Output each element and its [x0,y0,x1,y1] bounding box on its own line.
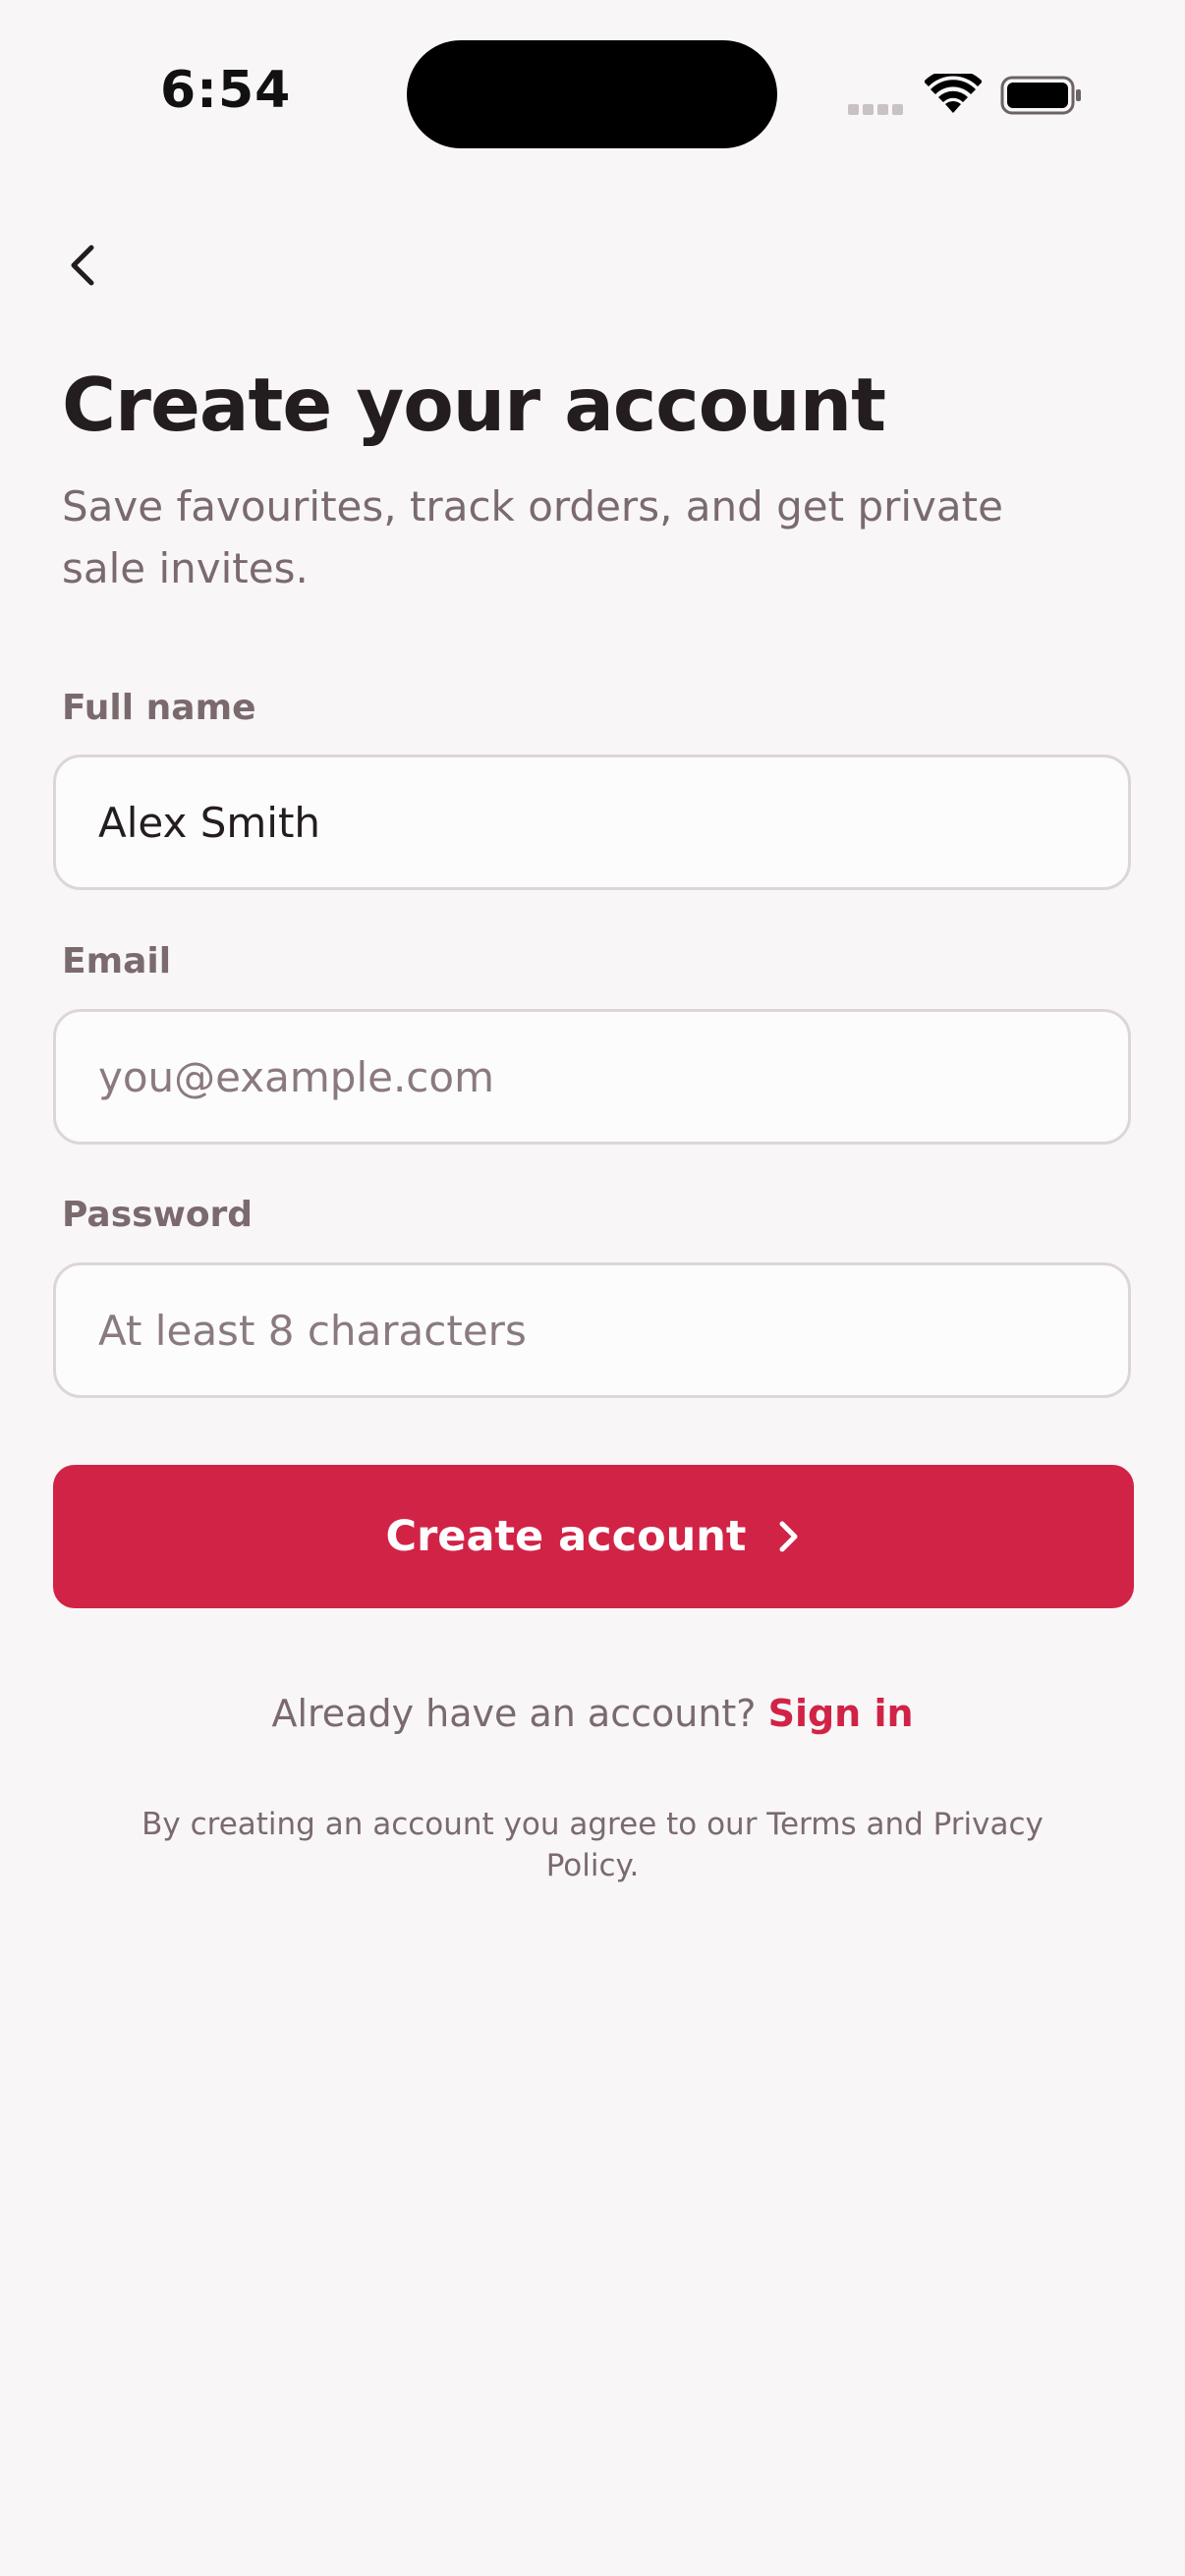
email-field[interactable]: you@example.com [53,1009,1131,1145]
chevron-left-icon [71,245,94,286]
create-account-button[interactable]: Create account [53,1465,1134,1608]
password-label: Password [62,1195,254,1235]
signin-prompt: Already have an account? Sign in [0,1692,1185,1735]
dynamic-island [407,40,777,148]
page-subtitle: Save favourites, track orders, and get p… [62,482,1003,592]
create-account-label: Create account [385,1512,747,1561]
chevron-right-icon [779,1521,798,1552]
full-name-label: Full name [62,688,256,728]
password-field[interactable]: At least 8 characters [53,1262,1131,1398]
back-button[interactable] [54,236,113,295]
signin-link[interactable]: Sign in [768,1692,914,1735]
legal-text: By creating an account you agree to our … [141,1807,1044,1883]
full-name-field[interactable]: Alex Smith [53,755,1131,890]
page-title: Create your account [62,362,886,448]
battery-icon [1000,76,1083,115]
status-time: 6:54 [160,61,292,120]
email-label: Email [62,941,172,981]
wifi-icon [924,69,983,115]
cellular-signal-icon [848,104,903,116]
signin-prompt-text: Already have an account? [271,1692,757,1735]
status-bar: 6:54 [0,0,1185,196]
